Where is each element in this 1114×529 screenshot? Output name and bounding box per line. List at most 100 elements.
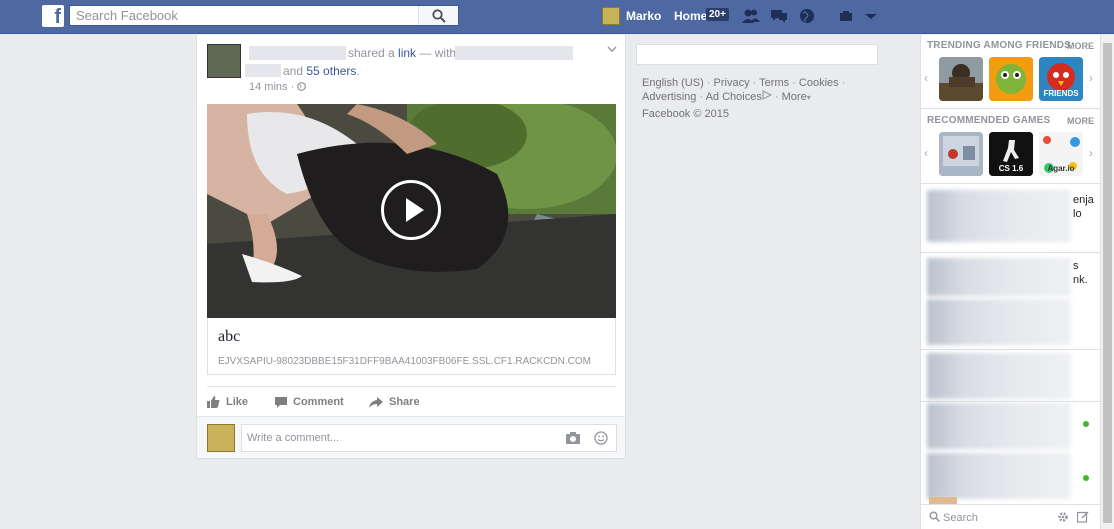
chat-item[interactable] xyxy=(925,453,1097,499)
avatar xyxy=(602,7,620,25)
comment-input[interactable] xyxy=(242,425,542,451)
sidebar-scrollbar[interactable] xyxy=(1100,35,1114,529)
news-feed-story: shared a link — with and 55 others. 14 m… xyxy=(196,35,626,459)
link-title: abc xyxy=(218,328,241,345)
footer-link-terms[interactable]: Terms xyxy=(759,77,789,89)
recommended-prev-icon[interactable]: ‹ xyxy=(924,146,928,160)
comment-button[interactable]: Comment xyxy=(275,396,344,408)
account-menu-chevron-icon[interactable] xyxy=(862,8,880,24)
footer-links: English (US) · Privacy · Terms · Cookies… xyxy=(642,77,846,103)
home-badge: 20+ xyxy=(706,8,729,21)
trending-next-icon[interactable]: › xyxy=(1089,71,1093,85)
search-icon xyxy=(432,9,446,23)
post-timestamp[interactable]: 14 mins · xyxy=(249,81,307,93)
globe-icon xyxy=(297,82,307,91)
time-text: 14 mins xyxy=(249,81,288,93)
search-box xyxy=(69,5,459,26)
user-name: Marko xyxy=(626,9,662,23)
link-domain: EJVXSAPIU-98023DBBE15F31DFF9BAA41003FB06… xyxy=(218,356,591,367)
like-button[interactable]: Like xyxy=(207,396,248,408)
chat-snippet: s xyxy=(1073,260,1079,272)
story-actions: Like Comment Share xyxy=(207,386,616,416)
recommended-game-2[interactable]: CS 1.6 xyxy=(989,132,1033,176)
chat-snippet: enja xyxy=(1073,194,1094,206)
and-text: and xyxy=(283,64,304,78)
footer-link-cookies[interactable]: Cookies xyxy=(799,77,839,89)
more-caret-icon: ▾ xyxy=(806,93,811,102)
comment-box xyxy=(241,424,617,452)
chat-item[interactable]: s nk. xyxy=(925,256,1097,296)
search-input[interactable] xyxy=(70,6,410,25)
video-player[interactable] xyxy=(207,104,616,318)
game-label: Agar.io xyxy=(1047,164,1075,173)
trending-prev-icon[interactable]: ‹ xyxy=(924,71,928,85)
others-link[interactable]: 55 others xyxy=(306,64,356,78)
with-text: — with xyxy=(419,46,457,60)
recommended-next-icon[interactable]: › xyxy=(1089,146,1093,160)
redacted-tagged-2 xyxy=(245,64,281,77)
gear-icon[interactable] xyxy=(1057,511,1069,523)
post-tag-text: and 55 others. xyxy=(283,64,360,78)
post-options-chevron-icon[interactable] xyxy=(607,45,617,53)
chat-item[interactable] xyxy=(925,299,1097,345)
chat-item[interactable] xyxy=(925,403,1097,449)
game-label: CS 1.6 xyxy=(998,164,1024,173)
redacted-chat xyxy=(927,403,1071,449)
share-label: Share xyxy=(389,396,420,408)
link-preview[interactable]: abc EJVXSAPIU-98023DBBE15F31DFF9BAA41003… xyxy=(207,318,616,375)
divider xyxy=(921,252,1101,253)
scrollbar-thumb[interactable] xyxy=(1103,43,1112,523)
chat-search-bar xyxy=(921,504,1101,529)
chat-item[interactable]: enja lo xyxy=(925,188,1097,248)
privacy-shortcuts-icon[interactable] xyxy=(838,8,856,24)
play-button[interactable] xyxy=(381,180,441,240)
trending-more-link[interactable]: MORE xyxy=(1067,41,1094,51)
camera-icon[interactable] xyxy=(566,432,580,444)
footer-link-ad-choices[interactable]: Ad Choices xyxy=(706,91,762,103)
search-button[interactable] xyxy=(418,6,458,25)
emoji-icon[interactable] xyxy=(594,431,608,445)
friend-requests-icon[interactable] xyxy=(742,8,760,24)
game-label: FRIENDS xyxy=(1043,89,1079,98)
commenter-avatar xyxy=(207,424,235,452)
profile-link[interactable]: Marko xyxy=(602,7,661,25)
recommended-more-link[interactable]: MORE xyxy=(1067,116,1094,126)
footer-link-more[interactable]: More xyxy=(782,91,807,103)
compose-icon[interactable] xyxy=(1077,511,1089,523)
recommended-game-3[interactable]: Agar.io xyxy=(1039,132,1083,176)
footer-link-advertising[interactable]: Advertising xyxy=(642,91,696,103)
trending-game-3[interactable]: FRIENDS xyxy=(1039,57,1083,101)
search-icon xyxy=(929,511,940,522)
facebook-logo-icon[interactable]: f xyxy=(42,5,64,27)
chat-search-input[interactable] xyxy=(943,510,1053,526)
redacted-chat xyxy=(927,453,1071,499)
comment-composer xyxy=(197,416,625,458)
chat-item[interactable] xyxy=(925,353,1097,399)
game-thumbnail xyxy=(989,57,1033,101)
like-label: Like xyxy=(226,396,249,408)
chat-snippet: lo xyxy=(1073,208,1082,220)
divider xyxy=(921,349,1101,350)
top-bar: f Marko Home 20+ xyxy=(0,0,1114,34)
divider xyxy=(921,401,1101,402)
comment-icon xyxy=(275,396,287,408)
trending-game-2[interactable] xyxy=(989,57,1033,101)
redacted-chat xyxy=(927,299,1071,345)
online-status-icon xyxy=(1083,475,1089,481)
messages-icon[interactable] xyxy=(770,8,788,24)
poster-avatar[interactable] xyxy=(207,44,241,78)
right-column-box xyxy=(636,44,878,65)
footer-link-privacy[interactable]: Privacy xyxy=(714,77,750,89)
home-link[interactable]: Home xyxy=(674,9,707,23)
shared-link[interactable]: link xyxy=(398,46,416,60)
notifications-globe-icon[interactable] xyxy=(798,8,816,24)
shared-text: shared a xyxy=(348,46,395,60)
trending-game-1[interactable] xyxy=(939,57,983,101)
share-button[interactable]: Share xyxy=(369,396,420,408)
right-sidebar: TRENDING AMONG FRIENDS MORE ‹ FRIENDS › … xyxy=(920,35,1101,529)
play-icon xyxy=(406,198,424,222)
footer-link-language[interactable]: English (US) xyxy=(642,77,704,89)
redacted-chat xyxy=(927,258,1071,296)
recommended-game-1[interactable] xyxy=(939,132,983,176)
post-header-text: shared a link — with xyxy=(348,46,456,60)
